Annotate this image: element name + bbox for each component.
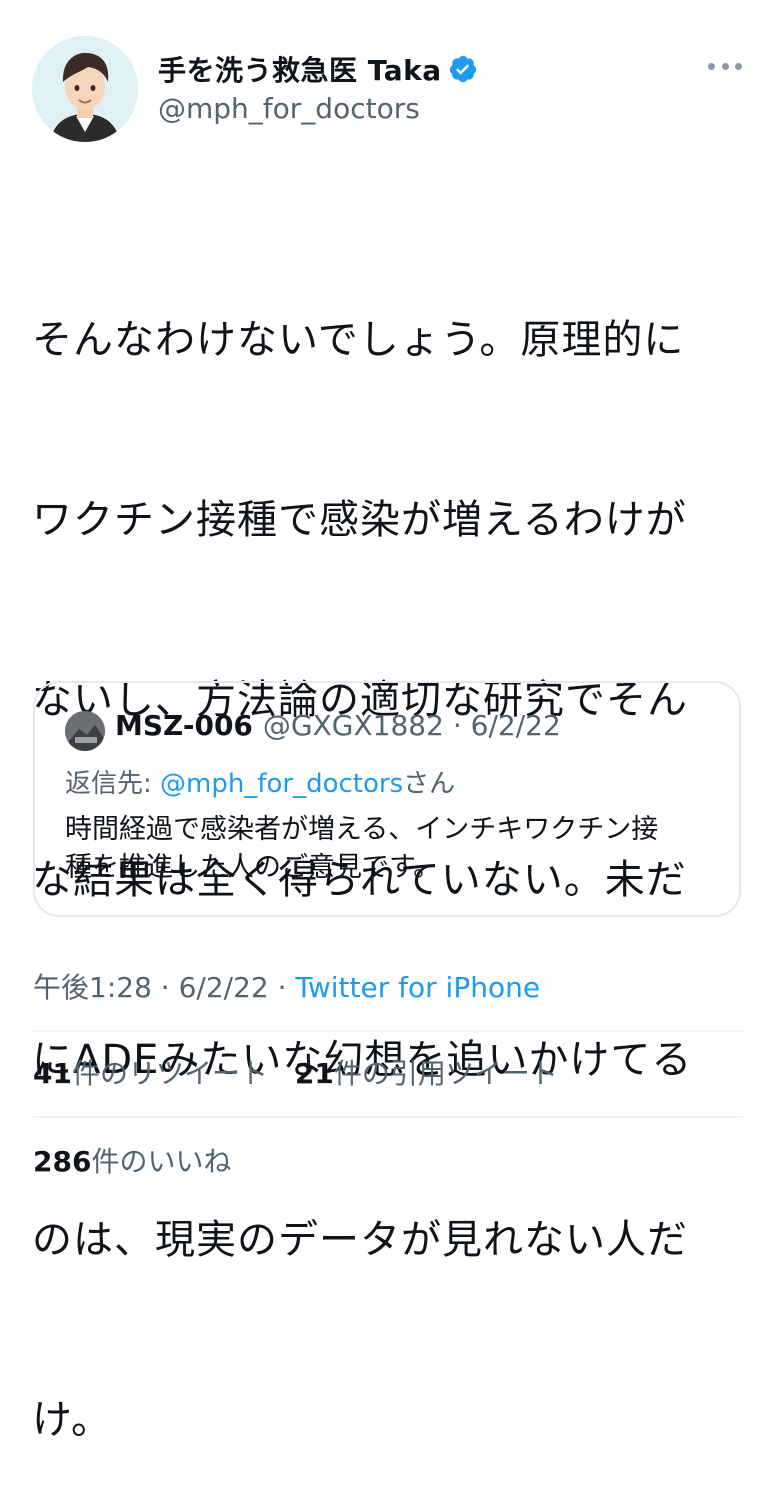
quoted-author-avatar[interactable] (65, 711, 105, 751)
tweet-meta: 午後1:28 · 6/2/22 · Twitter for iPhone (33, 966, 540, 1006)
likes-label: 件のいいね (91, 1145, 232, 1178)
quotes-label: 件の引用ツイート (333, 1057, 558, 1090)
reply-prefix: 返信先: (65, 769, 161, 799)
tweet-text-line: そんなわけないでしょう。原理的に (32, 317, 685, 363)
divider (33, 1116, 743, 1118)
tweet-stats: 41件のリツイート 21件の引用ツイート (33, 1052, 576, 1092)
tweet-text-line: け。 (32, 1397, 112, 1443)
retweets-label: 件のリツイート (71, 1057, 268, 1090)
reply-context: 返信先: @mph_for_doctorsさん (65, 763, 455, 800)
more-options-icon[interactable] (708, 58, 742, 74)
tweet-text-line: ワクチン接種で感染が増えるわけが (32, 497, 687, 543)
quoted-author-name[interactable]: MSZ-006 (115, 709, 253, 742)
likes-stat[interactable]: 286件のいいね (33, 1140, 231, 1180)
quoted-tweet-text: 時間経過で感染者が増える、インチキワクチン接 種を推進した人のご意見です。 (65, 814, 659, 883)
retweets-stat[interactable]: 41件のリツイート (33, 1057, 268, 1090)
quoted-tweet[interactable]: MSZ-006 @GXGX1882 · 6/2/22 返信先: @mph_for_… (33, 681, 741, 917)
quoted-author-handle-date: @GXGX1882 · 6/2/22 (262, 709, 561, 742)
author-handle[interactable]: @mph_for_doctors (158, 92, 478, 125)
tweet-text-line: のは、現実のデータが見れない人だ (32, 1217, 688, 1263)
author-display-name[interactable]: 手を洗う救急医 Taka (158, 49, 442, 89)
avatar-illustration-icon (32, 36, 138, 142)
quotes-stat[interactable]: 21件の引用ツイート (295, 1057, 558, 1090)
retweets-count: 41 (33, 1057, 72, 1090)
quoted-avatar-image-icon (65, 711, 105, 751)
author-avatar[interactable] (32, 36, 138, 142)
reply-mention-link[interactable]: @mph_for_doctors (160, 769, 403, 799)
tweet-time-date[interactable]: 午後1:28 · 6/2/22 · (33, 971, 295, 1004)
reply-suffix: さん (403, 769, 456, 799)
tweet-source-link[interactable]: Twitter for iPhone (295, 971, 540, 1004)
divider (33, 1030, 743, 1032)
tweet-header: 手を洗う救急医 Taka @mph_for_doctors (32, 36, 744, 146)
verified-badge-icon (448, 54, 478, 84)
likes-count: 286 (33, 1145, 92, 1178)
quotes-count: 21 (294, 1057, 334, 1090)
